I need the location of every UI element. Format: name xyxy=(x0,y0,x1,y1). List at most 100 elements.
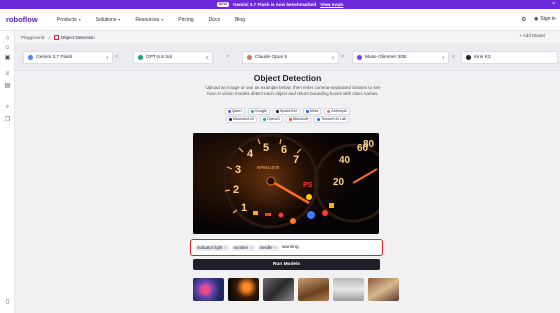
remove-model-icon[interactable]: × xyxy=(226,54,229,60)
provider-name: SpaceXAI xyxy=(279,109,297,113)
chevron-down-icon: ▾ xyxy=(78,17,81,22)
clipboard-icon[interactable]: ▤ xyxy=(4,83,11,90)
remove-tag-icon[interactable]: × xyxy=(275,245,277,251)
provider-chip: Anthropic xyxy=(324,108,351,115)
rpm-label: RPMx1000 xyxy=(257,165,280,170)
breadcrumb-current[interactable]: Object Detection xyxy=(53,34,95,40)
nav-label: Products xyxy=(57,16,77,23)
gauge-number: 20 xyxy=(333,177,345,188)
nav-pricing[interactable]: Pricing xyxy=(178,17,193,23)
indicator-light xyxy=(329,203,334,208)
indicator-light xyxy=(290,218,296,224)
settings-icon[interactable]: ⚙ xyxy=(521,16,526,23)
model-select-gpt[interactable]: GPT-5.6 Sol ⇕ xyxy=(133,51,213,64)
chevron-down-icon: ▾ xyxy=(118,17,121,22)
microsoft-icon xyxy=(288,118,292,121)
example-thumbnail[interactable] xyxy=(228,278,259,301)
roboflow-logo[interactable]: roboflow xyxy=(6,15,42,24)
remove-tag-icon[interactable]: × xyxy=(250,245,252,251)
sign-in-button[interactable]: ◉ Sign in xyxy=(534,16,556,22)
class-tag: indicator light × xyxy=(195,244,229,251)
page-title: Object Detection xyxy=(253,73,322,83)
provider-chip: Microsoft xyxy=(285,116,312,123)
provider-name: Meta xyxy=(309,109,319,113)
nav-blog[interactable]: Blog xyxy=(235,17,245,23)
breadcrumb-playground[interactable]: Playground xyxy=(21,35,44,40)
nav-docs[interactable]: Docs xyxy=(209,17,220,23)
run-models-button[interactable]: Run Models xyxy=(193,259,380,270)
trophy-icon[interactable]: ♕ xyxy=(4,71,11,78)
openai-icon xyxy=(262,118,266,121)
class-tag-label: indicator light xyxy=(197,244,223,250)
close-icon[interactable]: × xyxy=(552,1,555,7)
indicator-light xyxy=(307,211,315,219)
class-tag: number × xyxy=(231,244,255,251)
provider-chips-row-2: Moonshot AI OpenAI Microsoft Tencent AI … xyxy=(15,116,560,123)
moonshot-icon xyxy=(228,118,232,121)
remove-model-icon[interactable]: × xyxy=(115,54,118,60)
breadcrumb-current-label: Object Detection xyxy=(60,34,95,40)
provider-chip: OpenAI xyxy=(259,116,283,123)
gauge-number: 5 xyxy=(263,142,269,154)
page-description: Upload an image or use an example below,… xyxy=(205,85,381,96)
nav-solutions[interactable]: Solutions ▾ xyxy=(96,17,121,23)
user-icon: ◉ xyxy=(534,16,539,22)
class-tags-input[interactable]: indicator light × number × needle × warning xyxy=(190,239,383,256)
anthropic-icon xyxy=(247,55,252,60)
example-thumbnail[interactable] xyxy=(193,278,224,301)
example-thumbnail[interactable] xyxy=(298,278,329,301)
provider-chip: Moonshot AI xyxy=(225,116,257,123)
view-evals-link[interactable]: View evals xyxy=(320,2,343,7)
copy-icon[interactable]: ❐ xyxy=(4,117,11,124)
breadcrumb: Playground › Object Detection xyxy=(21,31,95,43)
class-text-entry[interactable]: warning xyxy=(282,245,299,250)
gauge-number: 6 xyxy=(281,144,287,156)
example-images xyxy=(193,278,399,301)
provider-name: Moonshot AI xyxy=(232,117,254,121)
home-icon[interactable]: ⌂ xyxy=(4,35,11,42)
announcement-banner: NEW Gemini 3.7 Flash is now benchmarked … xyxy=(0,0,560,9)
nav-label: Solutions xyxy=(95,16,117,23)
ps-indicator: PS xyxy=(303,182,313,189)
provider-chip: SpaceXAI xyxy=(272,108,300,115)
openai-icon xyxy=(138,55,143,60)
chevron-down-icon: ▾ xyxy=(161,17,164,22)
search-icon[interactable]: ⌕ xyxy=(4,104,11,111)
model-select-kimi[interactable]: Kimi K3 xyxy=(461,51,558,64)
provider-chip: Google xyxy=(247,108,270,115)
class-tag-label: number xyxy=(233,244,249,250)
uploaded-image[interactable]: 1 2 3 4 5 6 7 RPMx1000 20 40 60 80 PS xyxy=(193,133,379,234)
main-content: Object Detection Upload an image or use … xyxy=(15,71,560,313)
model-name: Muse Glimmer 30B xyxy=(365,55,407,60)
nav-products[interactable]: Products ▾ xyxy=(57,17,81,23)
model-name: Kimi K3 xyxy=(474,55,491,60)
provider-name: Microsoft xyxy=(292,117,309,121)
nav-resources[interactable]: Resources ▾ xyxy=(135,17,163,23)
gemini-icon xyxy=(28,55,33,60)
gauge-number: 4 xyxy=(247,148,254,160)
breadcrumb-separator: › xyxy=(48,34,50,40)
top-navigation: roboflow Products ▾ Solutions ▾ Resources ▾… xyxy=(0,9,560,31)
remove-model-icon[interactable]: × xyxy=(341,54,344,60)
model-select-claude[interactable]: Claude Opus 5 ⇕ xyxy=(242,51,339,64)
model-name: GPT-5.6 Sol xyxy=(146,55,173,60)
model-name: Claude Opus 5 xyxy=(255,55,287,60)
model-select-muse[interactable]: Muse Glimmer 30B ⇕ xyxy=(352,51,449,64)
collapse-icon[interactable]: ▯ xyxy=(4,299,11,306)
indicator-light xyxy=(278,212,284,218)
provider-name: OpenAI xyxy=(266,117,280,121)
remove-model-icon[interactable]: × xyxy=(452,54,455,60)
moonshot-icon xyxy=(466,55,471,60)
add-model-button[interactable]: + Add Model xyxy=(519,33,545,38)
image-icon[interactable]: ▣ xyxy=(4,55,11,62)
remove-tag-icon[interactable]: × xyxy=(224,245,226,251)
indicator-light xyxy=(265,213,271,216)
provider-chips-row-1: Qwen Google SpaceXAI Meta Anthropic xyxy=(15,108,560,115)
model-select-gemini[interactable]: Gemini 3.7 Flash ⇕ xyxy=(23,51,113,64)
user-icon[interactable]: ☺ xyxy=(4,45,11,52)
example-thumbnail[interactable] xyxy=(263,278,294,301)
example-thumbnail[interactable] xyxy=(333,278,364,301)
indicator-light xyxy=(253,211,258,215)
provider-name: Tencent AI Lab xyxy=(321,117,347,121)
example-thumbnail[interactable] xyxy=(368,278,399,301)
